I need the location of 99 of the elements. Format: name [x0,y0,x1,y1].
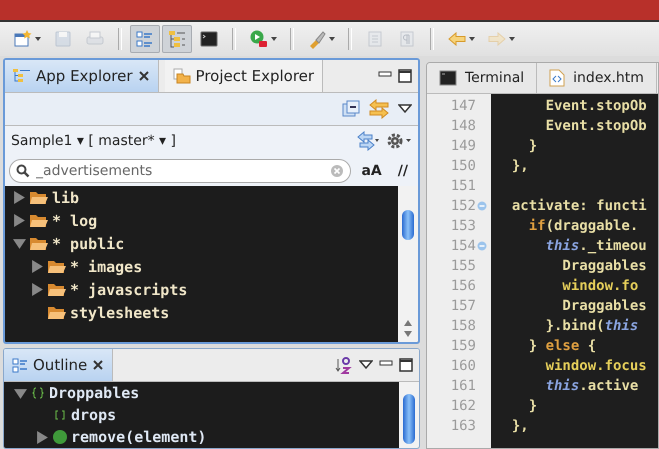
outline-icon [135,29,155,49]
forward-icon [487,29,507,49]
scrollbar[interactable] [398,186,418,342]
folder-icon [47,304,67,320]
collapsed-arrow-icon[interactable] [31,260,44,273]
code-line: window.focus [544,358,647,374]
explorer-tab[interactable]: App Explorer [5,60,159,92]
scroll-up-icon[interactable] [403,319,413,327]
line-number: 162 [450,398,476,414]
line-number: 156 [450,278,476,294]
terminal-icon [439,70,457,86]
folder-icon [29,212,49,228]
line-number: 163 [450,418,476,434]
line-number: 152 [450,198,476,214]
collapsed-arrow-icon[interactable] [31,283,44,296]
code-line: } [528,138,538,154]
explorer-tab[interactable]: Project Explorer [164,60,324,92]
run-icon [249,29,269,49]
outline-item[interactable]: Droppables [49,384,140,402]
maximize-icon[interactable] [399,358,413,372]
line-number: 153 [450,218,476,234]
caret-icon [271,36,277,42]
close-icon[interactable] [138,70,150,82]
menu-icon[interactable] [359,360,373,370]
outline-icon [12,357,28,373]
folder-label[interactable]: * images [70,258,142,276]
terminal-icon [199,29,219,49]
code-line: Event.stopOb [544,98,647,114]
editor-tab[interactable]: index.htm [537,63,657,93]
code-line: Draggables [561,298,647,314]
code-line: Event.stopOb [544,118,647,134]
line-number: 160 [450,358,476,374]
back-icon [447,29,467,49]
code-line: }, [510,418,529,434]
sort-icon[interactable] [335,355,353,375]
close-icon[interactable] [92,359,104,371]
caret-icon [329,36,335,42]
folder-label[interactable]: * log [52,212,98,230]
line-number: 151 [450,178,476,194]
line-number: 161 [450,378,476,394]
caret-icon [509,36,515,42]
search-field[interactable]: _advertisements [9,159,352,183]
scroll-thumb[interactable] [402,210,414,240]
outline-item[interactable]: remove(element) [71,428,206,446]
scroll-down-icon[interactable] [403,330,413,338]
line-number: 149 [450,138,476,154]
folder-icon [47,258,67,274]
search-icon [16,164,30,178]
line-number: 150 [450,158,476,174]
folder-label[interactable]: stylesheets [70,304,170,322]
tree-icon [13,68,31,84]
settings-icon[interactable] [386,131,412,151]
save-icon [53,29,73,49]
caret-icon [469,36,475,42]
line-number: 157 [450,298,476,314]
editor-tab[interactable]: Terminal [427,63,538,93]
comment-toggle[interactable]: // [392,163,414,179]
caret-icon [35,36,41,42]
outline-tab[interactable]: Outline [4,349,114,381]
menu-icon[interactable] [398,104,412,114]
line-number: 148 [450,118,476,134]
code-line: this.active [544,378,638,394]
line-number: 155 [450,258,476,274]
case-toggle[interactable]: aA [355,163,388,179]
new-icon [13,29,33,49]
folder-label[interactable]: * public [52,234,124,252]
scrollbar[interactable] [399,382,419,448]
code-line: if(draggable. [528,218,638,234]
folder-icon [29,190,49,206]
collapsed-arrow-icon[interactable] [36,430,49,444]
line-number: 159 [450,338,476,354]
folder-icon [47,282,67,298]
scroll-thumb[interactable] [403,394,415,444]
collapsed-arrow-icon[interactable] [13,214,26,227]
code-line: } [528,398,538,414]
code-line: }.bind(this [544,318,638,334]
line-number: 158 [450,318,476,334]
line-number: 154 [450,238,476,254]
file-icon [549,69,566,87]
line-number: 147 [450,98,476,114]
collapse-icon[interactable] [342,100,360,118]
code-line: } else { [528,338,596,354]
code-line: activate: functi [510,198,647,214]
expanded-arrow-icon[interactable] [14,386,27,400]
tree-icon [167,29,187,49]
code-line: this._timeou [544,238,647,254]
folder-label[interactable]: lib [52,188,80,206]
sync-icon[interactable] [356,131,380,151]
collapsed-arrow-icon[interactable] [13,191,26,204]
code-line: }, [510,158,529,174]
expanded-arrow-icon[interactable] [13,237,26,250]
folder-label[interactable]: * javascripts [70,280,188,298]
code-line: window.fo [561,278,638,294]
sync-icon[interactable] [368,99,390,119]
code-line: Draggables [561,258,647,274]
maximize-icon[interactable] [398,69,412,83]
outline-item[interactable]: drops [71,406,116,424]
folder-icon [172,68,191,84]
folder-icon [29,236,49,252]
